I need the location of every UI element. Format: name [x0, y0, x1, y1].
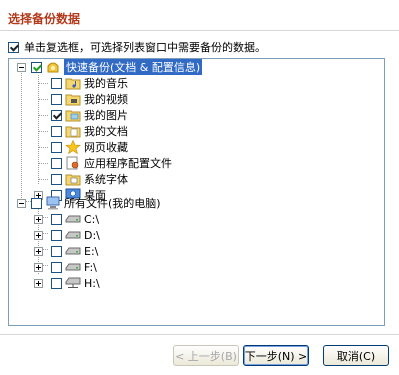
- backup-tree-view[interactable]: 快速备份(文档 & 配置信息) 我的音乐 我的视频 我的图片 我的文档 网页收藏…: [8, 58, 385, 326]
- collapse-toggle[interactable]: [17, 62, 26, 72]
- drive-h-label: H:\: [84, 276, 100, 290]
- instruction-checkbox[interactable]: [8, 41, 19, 53]
- system-fonts-checkbox[interactable]: [51, 173, 62, 185]
- tree-item-drive-e[interactable]: E:\: [34, 243, 98, 259]
- drive-d-label: D:\: [84, 228, 100, 242]
- tree-item-my-documents[interactable]: 我的文档: [51, 123, 128, 139]
- dialog-title: 选择备份数据: [8, 12, 81, 26]
- all-files-checkbox[interactable]: [31, 197, 42, 209]
- my-documents-label: 我的文档: [84, 125, 128, 138]
- app-config-label: 应用程序配置文件: [84, 157, 172, 170]
- tree-item-my-music[interactable]: 我的音乐: [51, 75, 128, 91]
- my-pictures-checkbox[interactable]: [51, 109, 62, 121]
- drive-e-label: E:\: [84, 244, 99, 258]
- drive-c-checkbox[interactable]: [51, 213, 62, 225]
- my-pictures-label: 我的图片: [84, 109, 128, 122]
- drive-h-checkbox[interactable]: [51, 277, 62, 289]
- my-music-label: 我的音乐: [84, 77, 128, 90]
- quick-backup-checkbox[interactable]: [31, 61, 42, 73]
- tree-item-all-files[interactable]: 所有文件(我的电脑): [17, 195, 161, 211]
- tree-item-favorites[interactable]: 网页收藏: [51, 139, 128, 155]
- expand-toggle[interactable]: [34, 262, 43, 272]
- tree-item-system-fonts[interactable]: 系统字体: [51, 171, 128, 187]
- instruction-text: 单击复选框，可选择列表窗口中需要备份的数据。: [24, 41, 266, 54]
- fonts-folder-icon: [65, 172, 81, 186]
- tree-item-my-videos[interactable]: 我的视频: [51, 91, 128, 107]
- drive-icon: [65, 244, 81, 258]
- favorites-label: 网页收藏: [84, 141, 128, 154]
- app-config-checkbox[interactable]: [51, 157, 62, 169]
- drive-icon: [65, 228, 81, 242]
- title-divider: [0, 30, 399, 31]
- back-button[interactable]: < 上一步(B): [173, 345, 239, 366]
- my-documents-checkbox[interactable]: [51, 125, 62, 137]
- tree-item-drive-f[interactable]: F:\: [34, 259, 97, 275]
- cancel-button[interactable]: 取消(C): [323, 345, 389, 366]
- tree-item-app-config[interactable]: 应用程序配置文件: [51, 155, 172, 171]
- pictures-folder-icon: [65, 108, 81, 122]
- music-folder-icon: [65, 76, 81, 90]
- my-music-checkbox[interactable]: [51, 77, 62, 89]
- documents-folder-icon: [65, 124, 81, 138]
- tree-item-drive-h[interactable]: H:\: [34, 275, 100, 291]
- network-drive-icon: [65, 276, 81, 290]
- system-fonts-label: 系统字体: [84, 173, 128, 186]
- drive-icon: [65, 212, 81, 226]
- quick-backup-label: 快速备份(文档 & 配置信息): [64, 59, 203, 75]
- bottom-divider: [0, 334, 399, 335]
- tree-item-drive-d[interactable]: D:\: [34, 227, 100, 243]
- tree-item-my-pictures[interactable]: 我的图片: [51, 107, 128, 123]
- expand-toggle[interactable]: [34, 230, 43, 240]
- drive-icon: [65, 260, 81, 274]
- drive-c-label: C:\: [84, 212, 100, 226]
- collapse-toggle[interactable]: [17, 198, 26, 208]
- expand-toggle[interactable]: [34, 278, 43, 288]
- video-folder-icon: [65, 92, 81, 106]
- app-config-icon: [65, 156, 81, 170]
- tree-item-quick-backup[interactable]: 快速备份(文档 & 配置信息): [17, 59, 203, 75]
- favorites-checkbox[interactable]: [51, 141, 62, 153]
- drive-f-label: F:\: [84, 260, 97, 274]
- all-files-label: 所有文件(我的电脑): [64, 197, 161, 210]
- drive-f-checkbox[interactable]: [51, 261, 62, 273]
- my-computer-icon: [45, 196, 61, 210]
- quick-backup-icon: [45, 60, 61, 74]
- next-button[interactable]: 下一步(N) >: [243, 345, 309, 366]
- favorites-star-icon: [65, 140, 81, 154]
- expand-toggle[interactable]: [34, 246, 43, 256]
- drive-d-checkbox[interactable]: [51, 229, 62, 241]
- my-videos-checkbox[interactable]: [51, 93, 62, 105]
- expand-toggle[interactable]: [34, 214, 43, 224]
- drive-e-checkbox[interactable]: [51, 245, 62, 257]
- my-videos-label: 我的视频: [84, 93, 128, 106]
- backup-data-dialog: 选择备份数据 单击复选框，可选择列表窗口中需要备份的数据。 快速备份(文档 & …: [0, 0, 399, 375]
- instruction-row: 单击复选框，可选择列表窗口中需要备份的数据。: [8, 40, 266, 54]
- tree-item-drive-c[interactable]: C:\: [34, 211, 99, 227]
